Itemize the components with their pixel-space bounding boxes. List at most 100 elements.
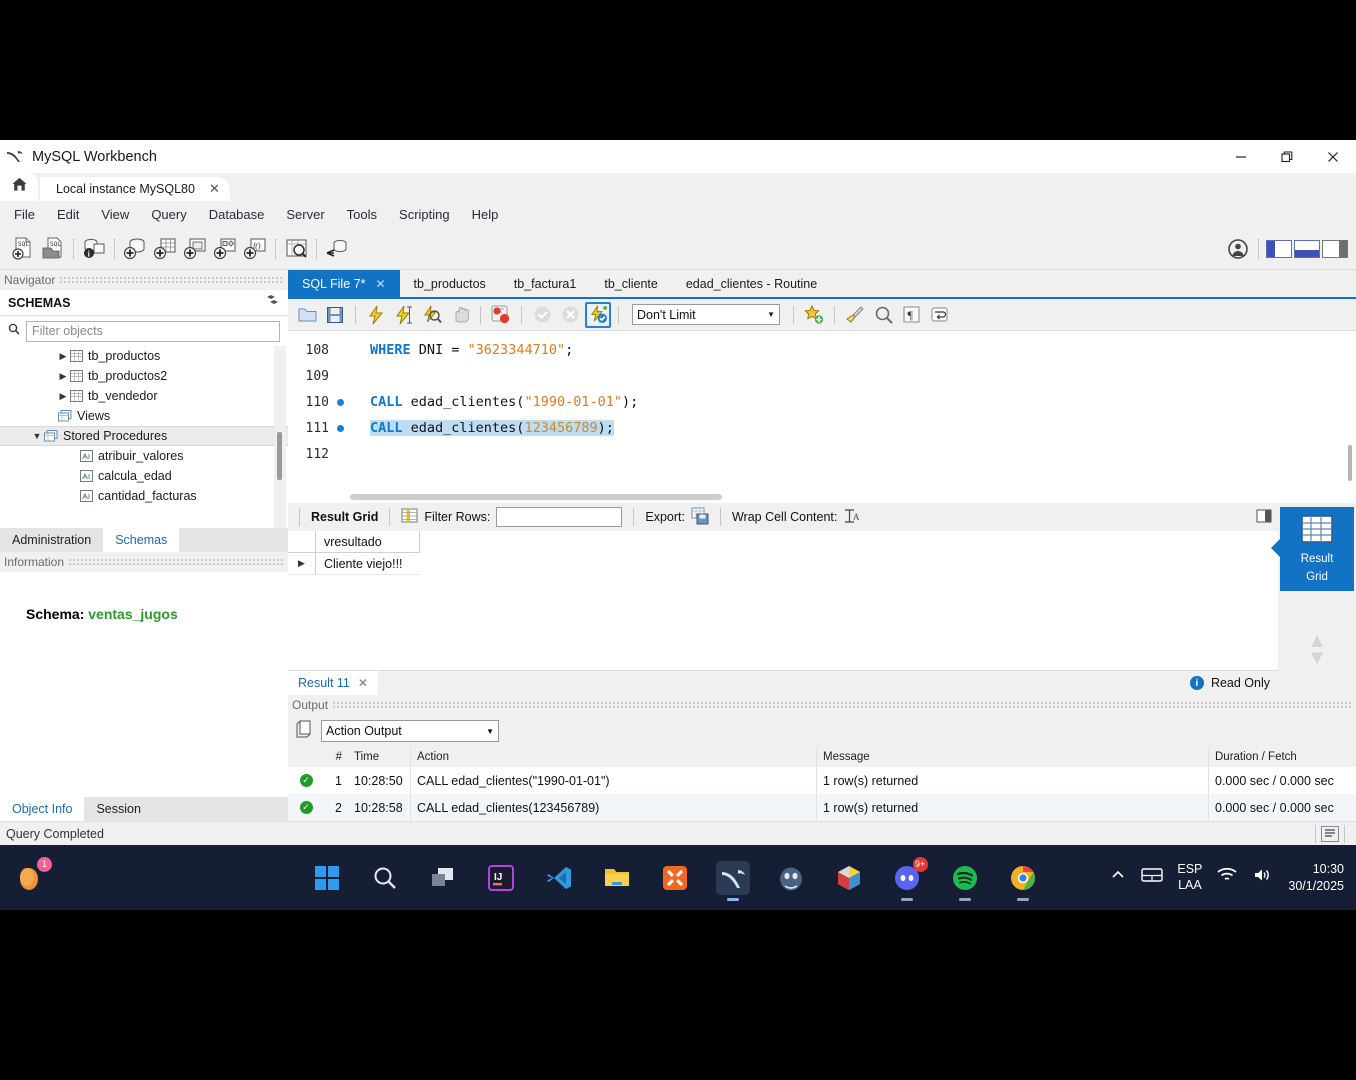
minimize-button[interactable] [1218,140,1264,173]
menu-edit[interactable]: Edit [47,203,89,226]
copilot-icon[interactable]: 1 [14,856,52,895]
reconnect-server-icon[interactable] [322,234,352,264]
menu-server[interactable]: Server [276,203,334,226]
toggle-secondary-sidebar-icon[interactable] [1322,239,1348,258]
breakpoint-marker-icon[interactable] [337,424,344,432]
file-explorer-icon[interactable] [600,861,634,895]
result-grid[interactable]: vresultado ▶ Cliente viejo!!! [288,531,1278,670]
save-file-icon[interactable] [322,302,348,328]
commit-transaction-icon[interactable] [529,302,555,328]
intellij-idea-icon[interactable]: IJ [484,861,518,895]
start-icon[interactable] [310,861,344,895]
google-chrome-icon[interactable] [1006,861,1040,901]
vs-code-icon[interactable] [542,861,576,895]
code-line-109[interactable] [350,363,1356,389]
rollback-transaction-icon[interactable] [557,302,583,328]
gutter-line-112[interactable]: 112 [288,441,350,467]
gutter-line-111[interactable]: 111 [288,415,350,441]
create-function-icon[interactable]: f() [240,234,270,264]
log-panel-icon[interactable] [1321,825,1339,842]
toggle-word-wrap-icon[interactable] [926,302,952,328]
sql-code-editor[interactable]: 108 109 110 111 112 WHERE DNI = "3623344710"… [288,331,1356,503]
menu-help[interactable]: Help [462,203,509,226]
filter-rows-input[interactable] [496,507,623,527]
result-grid-icon[interactable] [401,507,418,527]
tree-scrollbar-thumb[interactable] [277,432,282,480]
language-indicator[interactable]: ESP LAA [1177,862,1202,893]
instance-tab-local-mysql80[interactable]: Local instance MySQL80 ✕ [40,177,230,201]
editor-tab-tb-productos[interactable]: tb_productos [400,270,500,297]
create-procedure-icon[interactable] [210,234,240,264]
new-sql-tab-icon[interactable]: SQL [8,234,38,264]
code-line-110[interactable]: CALL edad_clientes("1990-01-01"); [350,389,1356,415]
unity-hub-icon[interactable] [832,861,866,895]
gutter-line-109[interactable]: 109 [288,363,350,389]
wrap-cell-icon[interactable]: A [843,508,860,527]
clear-query-icon[interactable] [842,302,868,328]
side-tab-result-grid[interactable]: Result Grid [1271,507,1354,591]
discord-icon[interactable]: 9+ [890,856,928,901]
toggle-autocommit-icon[interactable] [585,301,611,328]
chevron-right-icon[interactable]: ▶ [56,351,70,362]
toggle-output-icon[interactable] [1294,239,1320,258]
volume-icon[interactable] [1252,866,1274,889]
xampp-icon[interactable] [658,861,692,895]
code-line-112[interactable] [350,441,1356,467]
tree-item-views[interactable]: Views [0,406,288,426]
explain-statement-icon[interactable] [419,302,445,328]
editor-tab-tb-factura1[interactable]: tb_factura1 [500,270,591,297]
side-panel-scroll-controls[interactable]: ▲ ▼ [1307,631,1327,668]
close-icon[interactable]: ✕ [375,277,385,291]
execute-statement-icon[interactable] [363,302,389,328]
tree-item-tb-vendedor[interactable]: ▶ tb_vendedor [0,386,288,406]
refresh-icon[interactable] [265,294,280,312]
editor-horizontal-scrollbar[interactable] [350,494,970,500]
search-icon[interactable] [368,861,402,895]
open-sql-script-icon[interactable]: SQL [38,234,68,264]
breakpoint-marker-icon[interactable] [337,398,344,406]
wifi-icon[interactable] [1216,866,1238,889]
postgresql-icon[interactable] [774,861,808,895]
menu-database[interactable]: Database [199,203,275,226]
chevron-right-icon[interactable]: ▶ [56,391,70,402]
copy-icon[interactable] [296,720,313,743]
chevron-down-icon[interactable]: ▼ [30,431,44,441]
tab-object-info[interactable]: Object Info [0,797,85,821]
chevron-right-icon[interactable]: ▶ [56,371,70,382]
row-marker-icon[interactable]: ▶ [288,553,316,575]
editor-code-lines[interactable]: WHERE DNI = "3623344710"; CALL edad_clien… [350,331,1356,503]
menu-tools[interactable]: Tools [337,203,387,226]
chevron-down-icon[interactable]: ▼ [1307,648,1327,668]
tab-session[interactable]: Session [84,797,152,821]
gutter-line-108[interactable]: 108 [288,337,350,363]
clock[interactable]: 10:30 30/1/2025 [1288,861,1344,894]
connection-info-icon[interactable]: i [79,234,109,264]
tree-item-stored-procedures[interactable]: ▼ Stored Procedures [0,426,288,446]
create-view-icon[interactable] [180,234,210,264]
tree-item-atribuir-valores[interactable]: atribuir_valores [0,446,288,466]
menu-file[interactable]: File [4,203,45,226]
keyboard-icon[interactable] [1141,866,1164,889]
code-line-111[interactable]: CALL edad_clientes(123456789); [350,415,1356,441]
toggle-invisible-chars-icon[interactable]: ¶ [898,302,924,328]
toggle-sidebar-icon[interactable] [1266,239,1292,258]
filter-objects-input[interactable]: Filter objects [26,320,280,342]
find-icon[interactable] [870,302,896,328]
tree-item-cantidad-facturas[interactable]: cantidad_facturas [0,486,288,506]
editor-hscroll-thumb[interactable] [350,494,722,500]
restore-button[interactable] [1264,140,1310,173]
result-tab-result-11[interactable]: Result 11 ✕ [288,671,378,695]
editor-tab-edad-clientes-routine[interactable]: edad_clientes - Routine [672,270,831,297]
row-limit-select[interactable]: Don't Limit ▼ [632,304,780,325]
close-icon[interactable]: ✕ [358,676,368,690]
tree-scrollbar[interactable] [274,346,286,528]
beautify-query-icon[interactable] [801,302,827,328]
tree-item-tb-productos2[interactable]: ▶ tb_productos2 [0,366,288,386]
result-grid-column-header[interactable]: vresultado [316,531,420,553]
open-file-icon[interactable] [294,302,320,328]
editor-vscroll-thumb[interactable] [1348,445,1352,481]
maximize-panel-icon[interactable] [1256,509,1272,526]
close-button[interactable] [1310,140,1356,173]
chevron-up-icon[interactable] [1109,866,1127,889]
result-grid-cell[interactable]: Cliente viejo!!! [316,553,420,575]
